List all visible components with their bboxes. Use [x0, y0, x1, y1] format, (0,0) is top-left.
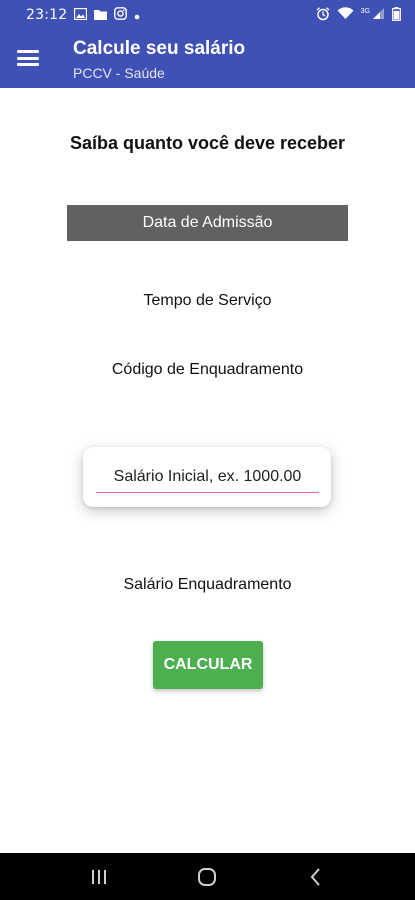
framework-salary-label: Salário Enquadramento [123, 576, 292, 593]
service-time-label: Tempo de Serviço [143, 292, 272, 309]
folder-icon [94, 7, 108, 23]
status-bar: 23:12 3G [0, 0, 415, 30]
status-left: 23:12 [26, 7, 140, 23]
menu-icon[interactable] [17, 48, 39, 68]
home-icon[interactable] [193, 863, 221, 891]
app-title: Calcule seu salário [73, 38, 246, 59]
page-heading: Saíba quanto você deve receber [69, 133, 346, 153]
system-nav-bar [0, 853, 415, 900]
cell-signal-icon [372, 7, 385, 23]
alarm-icon [316, 6, 330, 24]
app-subtitle: PCCV - Saúde [73, 65, 165, 81]
dot-icon [134, 7, 140, 23]
framework-code-label: Código de Enquadramento [111, 361, 304, 378]
app-bar: Calcule seu salário PCCV - Saúde [0, 30, 415, 88]
instagram-icon [114, 7, 128, 23]
calculate-button[interactable]: CALCULAR [153, 641, 263, 689]
battery-icon [392, 6, 401, 24]
wifi-icon [337, 7, 354, 23]
initial-salary-input[interactable] [96, 461, 319, 493]
back-icon[interactable] [302, 863, 330, 891]
gallery-icon [74, 7, 88, 23]
status-time: 23:12 [26, 7, 68, 23]
initial-salary-card [83, 447, 331, 507]
recent-apps-icon[interactable] [85, 863, 113, 891]
network-type-label: 3G [360, 7, 370, 15]
admission-date-button[interactable]: Data de Admissão [67, 205, 348, 241]
status-right: 3G [316, 6, 401, 24]
